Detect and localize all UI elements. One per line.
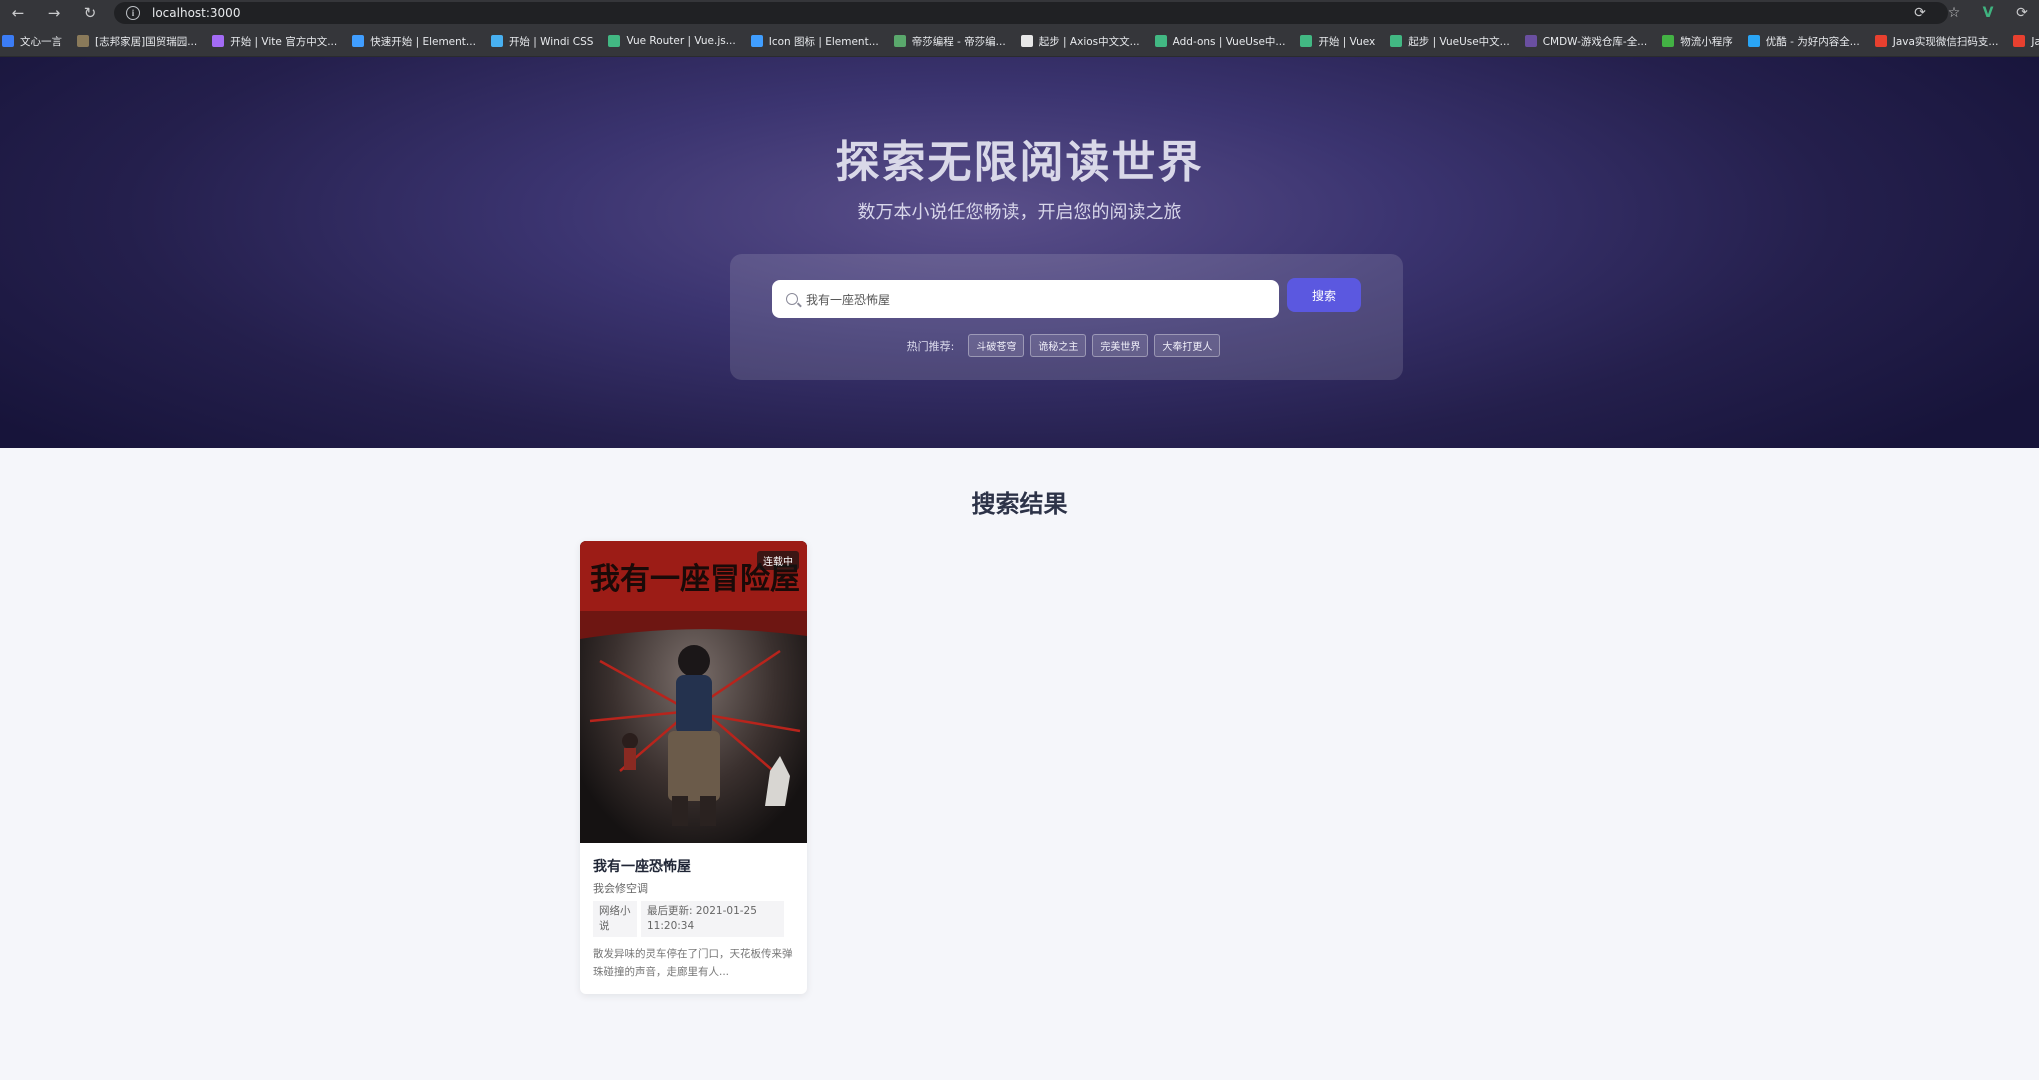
search-panel: 搜索 热门推荐: 斗破苍穹诡秘之主完美世界大奉打更人: [730, 254, 1403, 380]
results-title: 搜索结果: [971, 490, 1068, 518]
bookmark-label: 开始 | Vuex: [1318, 35, 1376, 48]
bookmark-item[interactable]: Java实现微信扫码支...: [1874, 34, 1999, 49]
book-title[interactable]: 我有一座恐怖屋: [593, 856, 691, 876]
bookmark-item[interactable]: 开始 | Vite 官方中文...: [212, 34, 337, 49]
bookmark-label: Java--微信支付--小...: [2031, 35, 2039, 48]
hot-recommend-row: 热门推荐: 斗破苍穹 诡秘之主 完美世界 大奉打更人: [730, 334, 1403, 357]
wechat-icon: [1662, 35, 1675, 47]
bookmark-label: 帝莎编程 - 帝莎编...: [911, 35, 1006, 48]
vue-devtools-icon[interactable]: V: [1971, 5, 2005, 21]
bookmark-item[interactable]: 开始 | Vuex: [1300, 34, 1375, 49]
bookmark-item[interactable]: 文心一言: [2, 34, 62, 49]
bookmark-label: Java实现微信扫码支...: [1892, 35, 1999, 48]
book-description: 散发异味的灵车停在了门口，天花板传来弹珠碰撞的声音，走廊里有人...: [593, 948, 793, 978]
bookmarks-bar: 文心一言 [志邦家居]国贸瑞园... 开始 | Vite 官方中文... 快速开始 |…: [0, 26, 2039, 57]
disha-icon: [893, 35, 906, 47]
wenxin-icon: [2, 35, 14, 47]
bookmark-item[interactable]: 开始 | Windi CSS: [490, 34, 594, 49]
hot-label: 热门推荐:: [906, 339, 955, 353]
bookmark-label: 快速开始 | Element...: [370, 35, 476, 48]
bookmark-label: 优酷 - 为好内容全...: [1765, 35, 1860, 48]
reload-icon[interactable]: ↻: [72, 0, 108, 26]
bookmark-label: 开始 | Vite 官方中文...: [230, 35, 338, 48]
status-badge: 连载中: [757, 551, 799, 570]
vueuse-icon: [1390, 35, 1403, 47]
book-category: 网络小说: [593, 901, 637, 937]
translate-icon[interactable]: ⟳: [1903, 5, 1937, 21]
element-icon: [750, 35, 763, 47]
hot-tag[interactable]: 完美世界: [1092, 334, 1149, 357]
cover-illustration: 我有一座冒险屋: [580, 541, 807, 843]
bookmark-item[interactable]: 优酷 - 为好内容全...: [1747, 34, 1860, 49]
bookmark-icon: [77, 35, 89, 47]
hot-tag[interactable]: 诡秘之主: [1030, 334, 1087, 357]
url-text: localhost:3000: [152, 6, 241, 20]
address-bar[interactable]: i localhost:3000: [114, 2, 1948, 24]
cmdw-icon: [1524, 35, 1537, 47]
vueuse-icon: [1154, 35, 1167, 47]
bookmark-item[interactable]: Icon 图标 | Element...: [750, 34, 879, 49]
bookmark-label: 起步 | VueUse中文...: [1408, 35, 1510, 48]
bookmark-item[interactable]: CMDW-游戏仓库-全...: [1524, 34, 1648, 49]
bookmark-label: [志邦家居]国贸瑞园...: [95, 35, 198, 48]
bookmark-label: Vue Router | Vue.js...: [626, 35, 736, 47]
bookmark-label: 开始 | Windi CSS: [508, 35, 594, 48]
bookmark-label: 起步 | Axios中文文...: [1038, 35, 1140, 48]
star-icon[interactable]: ☆: [1937, 5, 1971, 21]
vue-icon: [608, 35, 621, 47]
browser-toolbar: ← → ↻ i localhost:3000 ⟳ ☆ V ⟳: [0, 0, 2039, 26]
search-input[interactable]: [806, 292, 1246, 306]
extensions-icon[interactable]: ⟳: [2005, 5, 2039, 21]
youku-icon: [1747, 35, 1760, 47]
back-icon[interactable]: ←: [0, 0, 36, 26]
element-icon: [352, 35, 365, 47]
bookmark-item[interactable]: Vue Router | Vue.js...: [608, 35, 736, 47]
bookmark-label: CMDW-游戏仓库-全...: [1542, 35, 1648, 48]
bookmark-label: Add-ons | VueUse中...: [1172, 35, 1286, 48]
book-meta: 网络小说 最后更新: 2021-01-25 11:20:34: [593, 901, 784, 937]
hero-title: 探索无限阅读世界: [835, 137, 1204, 188]
search-box[interactable]: [772, 280, 1279, 318]
bookmark-item[interactable]: 起步 | VueUse中文...: [1390, 34, 1510, 49]
bookmark-item[interactable]: Add-ons | VueUse中...: [1154, 34, 1286, 49]
vue-icon: [1300, 35, 1313, 47]
axios-icon: [1020, 35, 1033, 47]
forward-icon[interactable]: →: [36, 0, 72, 26]
search-icon: [786, 293, 798, 305]
book-cover[interactable]: 我有一座冒险屋 连载中: [580, 541, 807, 843]
bookmark-label: 文心一言: [20, 35, 62, 48]
book-updated: 最后更新: 2021-01-25 11:20:34: [641, 901, 784, 937]
search-button[interactable]: 搜索: [1287, 278, 1361, 312]
bookmark-label: Icon 图标 | Element...: [768, 35, 879, 48]
hot-tag[interactable]: 斗破苍穹: [968, 334, 1025, 357]
hot-tag[interactable]: 大奉打更人: [1154, 334, 1221, 357]
bookmark-item[interactable]: Java--微信支付--小...: [2013, 34, 2039, 49]
book-author: 我会修空调: [593, 882, 648, 895]
bookmark-label: 物流小程序: [1680, 35, 1733, 48]
windi-icon: [490, 35, 503, 47]
csdn-icon: [2013, 35, 2026, 47]
csdn-icon: [1874, 35, 1887, 47]
bookmark-item[interactable]: 物流小程序: [1662, 34, 1733, 49]
hero-subtitle: 数万本小说任您畅读，开启您的阅读之旅: [857, 202, 1182, 223]
bookmark-item[interactable]: 帝莎编程 - 帝莎编...: [893, 34, 1006, 49]
vite-icon: [212, 35, 225, 47]
book-card[interactable]: 我有一座冒险屋 连载中 我有一座恐怖屋 我会修空调 网络小说 最后更新: 202…: [580, 541, 807, 994]
bookmark-item[interactable]: 快速开始 | Element...: [352, 34, 476, 49]
hero-section: 探索无限阅读世界 数万本小说任您畅读，开启您的阅读之旅 搜索 热门推荐: 斗破苍…: [0, 57, 2039, 448]
site-info-icon[interactable]: i: [126, 6, 140, 20]
bookmark-item[interactable]: 起步 | Axios中文文...: [1020, 34, 1140, 49]
bookmark-item[interactable]: [志邦家居]国贸瑞园...: [77, 34, 197, 49]
